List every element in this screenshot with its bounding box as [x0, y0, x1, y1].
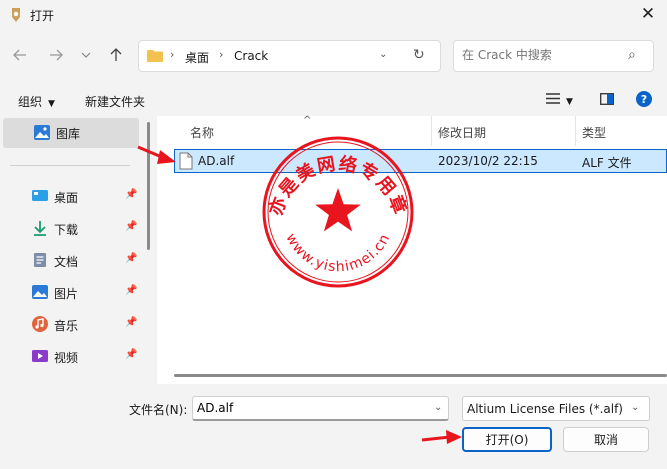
close-icon: ✕ — [640, 4, 656, 24]
watermark-stamp: 亦是美网络专用章 www.yishimei.cn — [262, 136, 414, 288]
window-title: 打开 — [30, 9, 55, 23]
organize-button[interactable]: 组织 ▼ — [18, 93, 55, 110]
column-header-name[interactable]: 名称 — [190, 124, 214, 141]
pin-icon[interactable]: 📌 — [125, 285, 137, 296]
up-arrow-icon — [110, 48, 122, 61]
chevron-down-icon: ▼ — [566, 97, 573, 107]
annotation-arrow-icon — [421, 430, 462, 444]
new-folder-button[interactable]: 新建文件夹 — [85, 93, 145, 110]
table-row[interactable]: AD.alf 2023/10/2 22:15 ALF 文件 — [174, 149, 667, 173]
sidebar-item-downloads[interactable]: 下载 📌 — [32, 216, 142, 242]
address-dropdown-icon[interactable]: ⌄ — [379, 49, 387, 60]
pin-icon[interactable]: 📌 — [125, 189, 137, 200]
stamp-url: www.yishimei.cn — [282, 231, 393, 275]
breadcrumb-desktop[interactable]: 桌面 — [185, 49, 209, 66]
sidebar-scrollbar[interactable] — [147, 122, 150, 250]
close-button[interactable]: ✕ — [632, 1, 664, 27]
help-icon: ? — [636, 91, 652, 107]
sidebar-item-label: 下载 — [54, 223, 79, 237]
column-divider[interactable] — [431, 116, 432, 146]
help-button[interactable]: ? — [636, 91, 652, 110]
chevron-down-icon: ⌄ — [631, 402, 640, 413]
annotation-arrow-icon — [137, 145, 176, 164]
sidebar-item-music[interactable]: 音乐 📌 — [32, 312, 142, 338]
sidebar-item-videos[interactable]: 视频 📌 — [32, 344, 142, 370]
forward-arrow-icon — [50, 49, 63, 61]
file-icon — [179, 152, 193, 170]
svg-text:?: ? — [641, 93, 647, 106]
filename-combobox[interactable]: ⌄ — [192, 396, 449, 421]
preview-pane-button[interactable] — [600, 93, 614, 108]
filename-input[interactable] — [197, 401, 417, 415]
list-view-icon — [546, 93, 560, 104]
toolbar: 组织 ▼ 新建文件夹 ▼ ? — [0, 86, 667, 114]
picture-icon — [32, 285, 48, 299]
back-button[interactable] — [8, 43, 32, 67]
sidebar-item-documents[interactable]: 文档 📌 — [32, 248, 142, 274]
chevron-down-icon — [81, 52, 91, 58]
refresh-icon[interactable]: ↻ — [413, 47, 425, 63]
search-box[interactable]: ⌕ — [453, 40, 654, 72]
sidebar-item-label: 音乐 — [54, 319, 79, 333]
music-icon — [32, 316, 48, 332]
video-icon — [32, 350, 48, 362]
file-name: AD.alf — [198, 154, 235, 168]
breadcrumb-separator-icon: › — [170, 48, 175, 61]
cancel-button[interactable]: 取消 — [563, 427, 649, 452]
folder-icon — [147, 50, 163, 62]
pin-icon[interactable]: 📌 — [125, 317, 137, 328]
organize-label: 组织 — [18, 95, 43, 109]
search-input[interactable] — [462, 48, 622, 62]
download-icon — [34, 221, 46, 236]
pin-icon[interactable]: 📌 — [125, 221, 137, 232]
document-icon — [34, 253, 46, 267]
column-divider[interactable] — [575, 116, 576, 146]
back-arrow-icon — [13, 49, 26, 61]
chevron-down-icon: ▼ — [48, 99, 55, 109]
sidebar-item-label: 图库 — [56, 127, 81, 141]
title-bar: 打开 ✕ — [0, 0, 667, 30]
view-options-button[interactable]: ▼ — [546, 93, 573, 107]
filetype-value: Altium License Files (*.alf) — [467, 402, 623, 416]
up-button[interactable] — [104, 43, 128, 67]
column-header-type[interactable]: 类型 — [582, 124, 606, 141]
filetype-select[interactable]: Altium License Files (*.alf) ⌄ — [462, 396, 650, 421]
navigation-bar: › 桌面 › Crack ⌄ ↻ ⌕ — [0, 34, 667, 78]
forward-button[interactable] — [44, 43, 68, 67]
pin-icon[interactable]: 📌 — [125, 349, 137, 360]
sidebar-item-gallery[interactable]: 图库 — [3, 118, 139, 148]
open-button[interactable]: 打开(O) — [462, 427, 552, 452]
sidebar-divider — [10, 165, 130, 166]
horizontal-scrollbar[interactable] — [174, 374, 667, 377]
breadcrumb-separator-icon: › — [219, 48, 224, 61]
address-bar[interactable]: › 桌面 › Crack ⌄ ↻ — [138, 40, 441, 72]
preview-pane-icon — [600, 93, 614, 105]
sidebar-item-label: 桌面 — [54, 191, 79, 205]
chevron-down-icon[interactable]: ⌄ — [434, 402, 442, 413]
column-header-modified[interactable]: 修改日期 — [438, 124, 486, 141]
file-type: ALF 文件 — [582, 156, 632, 170]
dialog-footer: 文件名(N): ⌄ Altium License Files (*.alf) ⌄… — [0, 384, 667, 469]
sort-ascending-icon: ^ — [303, 115, 312, 126]
desktop-icon — [32, 190, 48, 201]
file-modified: 2023/10/2 22:15 — [438, 154, 538, 168]
gallery-icon — [34, 125, 50, 140]
sidebar-item-pictures[interactable]: 图片 📌 — [32, 280, 142, 306]
sidebar-item-label: 视频 — [54, 351, 79, 365]
star-icon — [315, 188, 361, 232]
sidebar-item-desktop[interactable]: 桌面 📌 — [32, 184, 142, 210]
pin-icon[interactable]: 📌 — [125, 253, 137, 264]
recent-locations-button[interactable] — [74, 43, 98, 67]
breadcrumb-crack[interactable]: Crack — [234, 49, 268, 63]
navigation-pane: 图库 桌面 📌 下载 📌 文档 📌 图片 📌 音乐 📌 视频 📌 — [0, 116, 155, 384]
filename-label: 文件名(N): — [129, 403, 188, 417]
search-icon[interactable]: ⌕ — [628, 47, 636, 63]
app-icon — [12, 8, 20, 22]
sidebar-item-label: 图片 — [54, 287, 79, 301]
sidebar-item-label: 文档 — [54, 255, 79, 269]
